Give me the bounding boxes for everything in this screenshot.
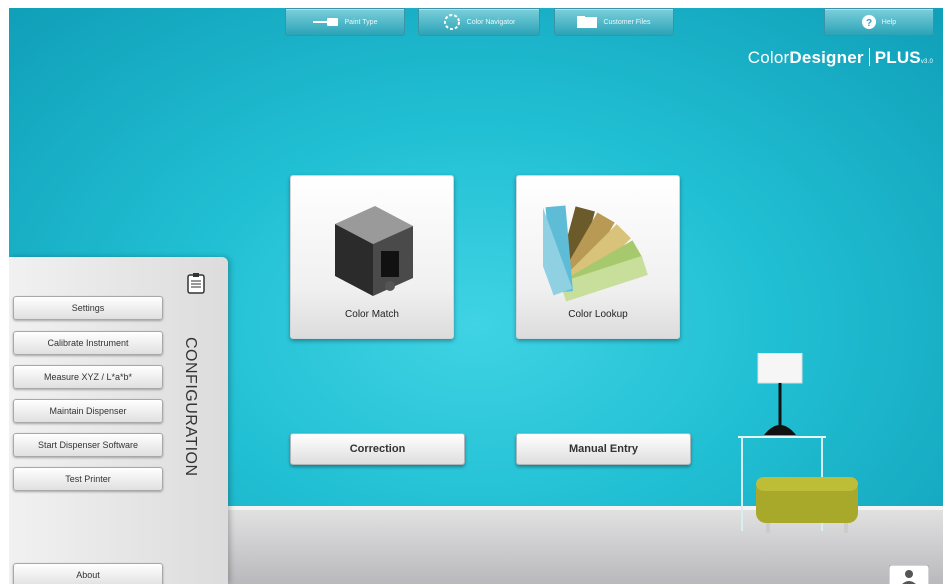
ottoman-illustration (756, 477, 858, 533)
color-lookup-label: Color Lookup (568, 309, 628, 320)
spectrophotometer-icon (335, 206, 413, 296)
configuration-title: CONFIGURATION (182, 337, 199, 477)
color-navigator-button[interactable]: Color Navigator (418, 8, 540, 36)
manual-entry-button[interactable]: Manual Entry (516, 433, 691, 465)
svg-text:?: ? (866, 18, 872, 29)
start-dispenser-software-button[interactable]: Start Dispenser Software (13, 433, 163, 457)
color-match-label: Color Match (345, 309, 399, 320)
app-window: Paint Type Color Navigator Customer File… (9, 8, 943, 584)
maintain-dispenser-button[interactable]: Maintain Dispenser (13, 399, 163, 423)
user-icon[interactable] (889, 565, 929, 584)
correction-button[interactable]: Correction (290, 433, 465, 465)
brand-color: Color (747, 48, 790, 67)
customer-files-label: Customer Files (603, 18, 651, 26)
configuration-panel: Settings Calibrate Instrument Measure XY… (9, 257, 228, 584)
brand-designer: Designer (789, 48, 864, 67)
app-logo: ColorDesigner PLUSv3.0 (748, 48, 933, 68)
color-lookup-tile[interactable]: Color Lookup (516, 175, 680, 339)
paint-tube-icon (312, 18, 338, 26)
folder-icon (577, 16, 598, 28)
help-label: Help (881, 18, 897, 26)
brand-plus: PLUS (874, 48, 921, 67)
brand-version: v3.0 (920, 59, 933, 65)
clipboard-icon[interactable] (187, 272, 205, 294)
calibrate-instrument-button[interactable]: Calibrate Instrument (13, 331, 163, 355)
settings-button[interactable]: Settings (13, 296, 163, 320)
color-wheel-icon (443, 14, 460, 30)
paint-type-label: Paint Type (344, 18, 378, 26)
paint-type-button[interactable]: Paint Type (285, 8, 405, 36)
measure-xyz-lab-button[interactable]: Measure XYZ / L*a*b* (13, 365, 163, 389)
help-icon: ? (861, 15, 876, 29)
customer-files-button[interactable]: Customer Files (554, 8, 674, 36)
about-button[interactable]: About (13, 563, 163, 584)
color-fan-deck-icon (543, 205, 648, 302)
help-button[interactable]: ? Help (824, 8, 934, 36)
test-printer-button[interactable]: Test Printer (13, 467, 163, 491)
color-match-tile[interactable]: Color Match (290, 175, 454, 339)
color-navigator-label: Color Navigator (466, 18, 516, 26)
